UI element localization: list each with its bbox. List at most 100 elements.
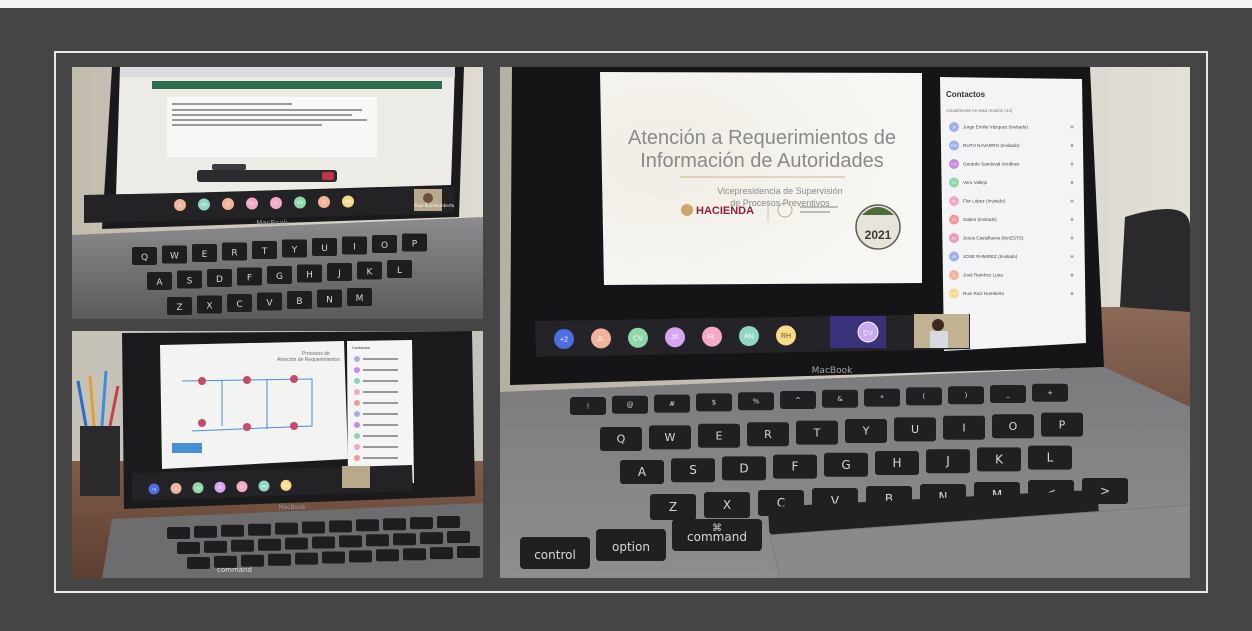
- keyboard-key[interactable]: &: [822, 389, 858, 408]
- keyboard-key[interactable]: A: [147, 272, 172, 290]
- keyboard-key[interactable]: P: [402, 233, 427, 252]
- keyboard-key[interactable]: K: [357, 261, 382, 280]
- keyboard-key[interactable]: [248, 523, 271, 536]
- keyboard-key[interactable]: [430, 547, 453, 560]
- keyboard-key[interactable]: G: [267, 266, 292, 284]
- keyboard-key[interactable]: S: [671, 458, 715, 483]
- participant-avatar[interactable]: +2: [148, 483, 160, 495]
- keyboard-key[interactable]: I: [943, 415, 985, 440]
- option-key[interactable]: option: [596, 529, 666, 561]
- keyboard-key[interactable]: D: [722, 456, 766, 481]
- participant-avatar[interactable]: CV: [294, 196, 306, 209]
- keyboard-key[interactable]: [349, 550, 372, 563]
- keyboard-key[interactable]: #: [654, 394, 690, 413]
- keyboard-key[interactable]: L: [387, 260, 412, 278]
- keyboard-key[interactable]: *: [864, 388, 900, 407]
- participant-avatar[interactable]: FL: [236, 481, 248, 493]
- participant-avatar[interactable]: FL: [246, 197, 258, 210]
- keyboard-key[interactable]: R: [747, 422, 789, 447]
- participant-avatar[interactable]: RH: [342, 195, 354, 208]
- participant-avatar[interactable]: FL: [702, 326, 722, 347]
- participant-avatar[interactable]: JF: [222, 198, 234, 210]
- keyboard-key[interactable]: Z: [650, 494, 696, 520]
- keyboard-key[interactable]: @: [612, 395, 648, 414]
- keyboard-key[interactable]: [457, 546, 480, 558]
- keyboard-key[interactable]: [322, 551, 345, 564]
- keyboard-key[interactable]: [221, 524, 244, 537]
- keyboard-key[interactable]: [194, 525, 217, 538]
- keyboard-key[interactable]: [410, 517, 433, 530]
- keyboard-key[interactable]: L: [1028, 445, 1072, 470]
- keyboard-key[interactable]: Q: [132, 247, 157, 265]
- participant-avatar[interactable]: CV: [192, 482, 204, 494]
- keyboard-key[interactable]: (: [906, 387, 942, 406]
- participant-avatar[interactable]: AN: [198, 198, 210, 211]
- keyboard-key[interactable]: Q: [600, 427, 642, 451]
- keyboard-key[interactable]: B: [287, 291, 312, 309]
- keyboard-key[interactable]: J: [327, 263, 352, 281]
- keyboard-key[interactable]: D: [207, 269, 232, 287]
- keyboard-key[interactable]: [177, 542, 200, 554]
- keyboard-key[interactable]: K: [977, 447, 1021, 472]
- keyboard-key[interactable]: [312, 536, 335, 549]
- keyboard-key[interactable]: U: [312, 238, 337, 256]
- keyboard-key[interactable]: T: [252, 241, 277, 259]
- keyboard-key[interactable]: [268, 553, 291, 566]
- keyboard-key[interactable]: P: [1041, 412, 1083, 437]
- keyboard-key[interactable]: _: [990, 385, 1026, 403]
- participant-avatar[interactable]: JF: [214, 481, 226, 493]
- keyboard-key[interactable]: E: [698, 423, 740, 448]
- participant-avatar[interactable]: AN: [739, 326, 759, 346]
- keyboard-key[interactable]: X: [197, 295, 222, 314]
- participant-avatar[interactable]: +2: [554, 329, 574, 349]
- keyboard-key[interactable]: J: [926, 449, 970, 474]
- keyboard-key[interactable]: M: [347, 288, 372, 306]
- keyboard-key[interactable]: R: [222, 242, 247, 261]
- keyboard-key[interactable]: [420, 532, 443, 545]
- keyboard-key[interactable]: [258, 538, 281, 551]
- keyboard-key[interactable]: F: [237, 267, 262, 286]
- keyboard-key[interactable]: ^: [780, 391, 816, 409]
- keyboard-key[interactable]: [376, 549, 399, 562]
- keyboard-key[interactable]: V: [257, 292, 282, 311]
- keyboard-key[interactable]: Y: [282, 239, 307, 258]
- keyboard-key[interactable]: [339, 535, 362, 548]
- keyboard-key[interactable]: C: [227, 294, 252, 312]
- keyboard-key[interactable]: [383, 518, 406, 531]
- keyboard-key[interactable]: O: [372, 235, 397, 253]
- keyboard-key[interactable]: T: [796, 420, 838, 445]
- participant-avatar[interactable]: RH: [280, 479, 292, 491]
- keyboard-key[interactable]: [231, 539, 254, 552]
- participant-avatar[interactable]: RH: [776, 325, 796, 346]
- keyboard-key[interactable]: F: [773, 454, 817, 479]
- participant-avatar[interactable]: JL: [170, 482, 182, 494]
- keyboard-key[interactable]: E: [192, 244, 217, 262]
- keyboard-key[interactable]: [295, 552, 318, 565]
- keyboard-key[interactable]: [241, 554, 264, 567]
- keyboard-key[interactable]: [447, 531, 470, 543]
- keyboard-key[interactable]: !: [570, 397, 606, 415]
- keyboard-key[interactable]: U: [894, 417, 936, 442]
- keyboard-key[interactable]: [356, 519, 379, 532]
- keyboard-key[interactable]: S: [177, 270, 202, 289]
- keyboard-key[interactable]: [403, 548, 426, 561]
- keyboard-key[interactable]: H: [875, 451, 919, 475]
- keyboard-key[interactable]: [167, 527, 190, 539]
- keyboard-key[interactable]: [204, 540, 227, 553]
- keyboard-key[interactable]: W: [162, 245, 187, 264]
- control-key[interactable]: control: [520, 537, 590, 569]
- keyboard-key[interactable]: [187, 557, 210, 569]
- keyboard-key[interactable]: Z: [167, 297, 192, 315]
- keyboard-key[interactable]: X: [704, 492, 750, 518]
- keyboard-key[interactable]: [329, 520, 352, 533]
- keyboard-key[interactable]: [302, 521, 325, 534]
- keyboard-key[interactable]: Y: [845, 419, 887, 443]
- participant-avatar[interactable]: FL: [270, 197, 282, 209]
- keyboard-key[interactable]: [437, 516, 460, 528]
- keyboard-key[interactable]: H: [297, 264, 322, 283]
- keyboard-key[interactable]: O: [992, 414, 1034, 439]
- active-speaker-tile[interactable]: CV: [830, 316, 886, 348]
- participant-avatar[interactable]: AN: [258, 480, 270, 492]
- keyboard-key[interactable]: I: [342, 236, 367, 255]
- keyboard-key[interactable]: ): [948, 386, 984, 405]
